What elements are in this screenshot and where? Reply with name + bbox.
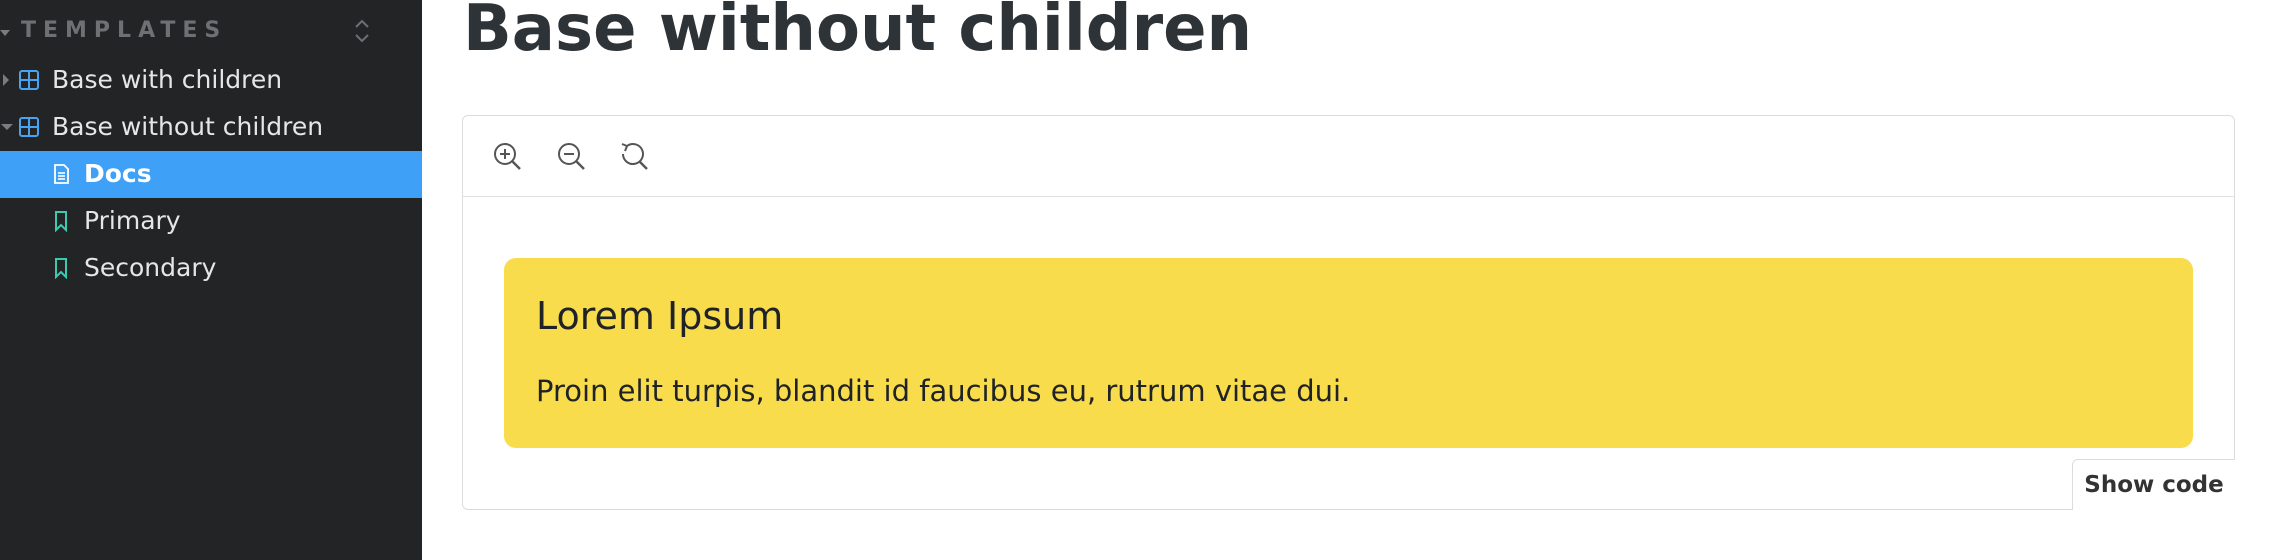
bookmark-icon xyxy=(55,258,67,279)
lorem-card: Lorem Ipsum Proin elit turpis, blandit i… xyxy=(504,258,2193,448)
tree-item-label: Base without children xyxy=(52,112,324,141)
tree-item-base-without-children[interactable]: Base without children xyxy=(0,104,422,151)
zoom-out-icon[interactable] xyxy=(555,140,587,172)
tree-item-label: Base with children xyxy=(52,65,283,94)
tree-item-base-with-children[interactable]: Base with children xyxy=(0,57,422,104)
zoom-in-icon[interactable] xyxy=(491,140,523,172)
bookmark-icon xyxy=(55,211,67,232)
show-code-button[interactable]: Show code xyxy=(2072,459,2235,510)
preview-toolbar xyxy=(463,116,2234,197)
preview-panel: Lorem Ipsum Proin elit turpis, blandit i… xyxy=(462,115,2235,510)
tree-item-docs[interactable]: Docs xyxy=(0,151,422,198)
tree-item-label: Secondary xyxy=(84,253,217,282)
sidebar: TEMPLATES Base with children Base withou… xyxy=(0,0,422,560)
card-title: Lorem Ipsum xyxy=(536,294,784,338)
section-title: TEMPLATES xyxy=(21,18,228,43)
card-text: Proin elit turpis, blandit id faucibus e… xyxy=(536,374,1351,408)
component-icon xyxy=(19,70,39,90)
component-icon xyxy=(19,117,39,137)
reset-zoom-icon[interactable] xyxy=(618,140,650,172)
tree-item-primary[interactable]: Primary xyxy=(0,198,422,245)
tree-item-label: Primary xyxy=(84,206,181,235)
templates-section-header[interactable]: TEMPLATES xyxy=(0,8,422,52)
document-icon xyxy=(54,164,69,184)
tree-item-label: Docs xyxy=(84,159,152,188)
caret-right-icon[interactable] xyxy=(3,74,9,86)
page-title: Base without children xyxy=(463,0,1253,66)
expand-collapse-icon[interactable] xyxy=(352,18,372,44)
caret-down-icon[interactable] xyxy=(1,124,13,130)
caret-down-icon xyxy=(0,30,10,36)
tree-item-secondary[interactable]: Secondary xyxy=(0,245,422,292)
